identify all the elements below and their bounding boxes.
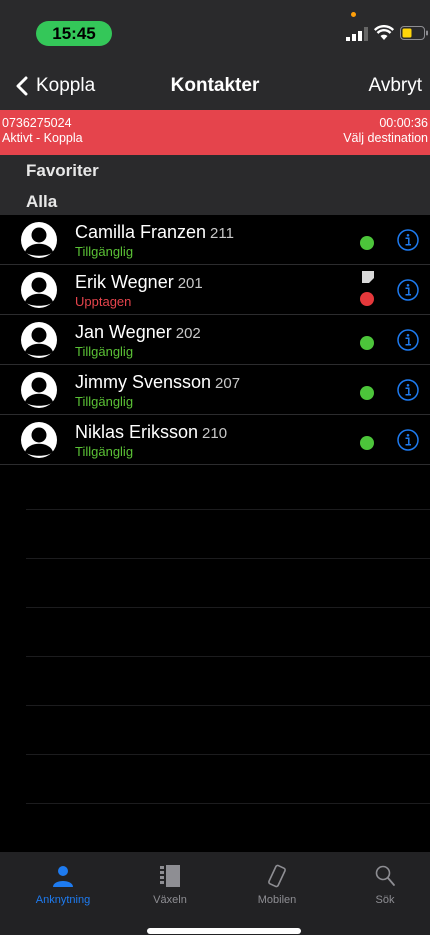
contact-name-line: Jan Wegner 202 bbox=[75, 322, 201, 343]
contact-name-line: Niklas Eriksson 210 bbox=[75, 422, 227, 443]
info-icon[interactable] bbox=[397, 429, 419, 451]
contact-row[interactable]: Niklas Eriksson 210 Tillgänglig bbox=[0, 415, 430, 465]
status-time: 15:45 bbox=[36, 21, 112, 46]
contact-status: Tillgänglig bbox=[75, 244, 134, 259]
contact-status: Tillgänglig bbox=[75, 444, 134, 459]
page-title: Kontakter bbox=[170, 75, 260, 96]
info-icon[interactable] bbox=[397, 229, 419, 251]
contact-name: Erik Wegner bbox=[75, 272, 174, 292]
avatar-icon bbox=[21, 272, 57, 308]
contact-extension: 211 bbox=[210, 225, 234, 242]
presence-indicator bbox=[360, 386, 374, 400]
contact-extension: 210 bbox=[202, 425, 228, 442]
contact-extension: 201 bbox=[177, 275, 203, 292]
contact-status: Tillgänglig bbox=[75, 394, 134, 409]
presence-indicator bbox=[360, 336, 374, 350]
contact-extension: 202 bbox=[175, 325, 201, 342]
search-icon bbox=[375, 865, 395, 886]
contact-name-line: Camilla Franzen 211 bbox=[75, 222, 234, 243]
tab-label: Anknytning bbox=[35, 894, 91, 906]
contact-row[interactable]: Jan Wegner 202 Tillgänglig bbox=[0, 315, 430, 365]
presence-indicator bbox=[360, 292, 374, 306]
avatar-icon bbox=[21, 322, 57, 358]
info-icon[interactable] bbox=[397, 329, 419, 351]
tab-sok[interactable]: Sök bbox=[335, 864, 430, 906]
contact-extension: 207 bbox=[215, 375, 241, 392]
avatar-icon bbox=[21, 422, 57, 458]
tab-label: Växeln bbox=[153, 894, 187, 906]
tab-bar: Anknytning Växeln Mobilen Sök bbox=[0, 852, 430, 935]
contact-name: Jimmy Svensson bbox=[75, 372, 212, 392]
contact-row[interactable]: Erik Wegner 201 Upptagen bbox=[0, 265, 430, 315]
on-call-icon bbox=[362, 271, 374, 283]
presence-indicator bbox=[360, 436, 374, 450]
cancel-button[interactable]: Avbryt bbox=[368, 75, 422, 97]
contact-name-line: Jimmy Svensson 207 bbox=[75, 372, 240, 393]
home-indicator[interactable] bbox=[147, 928, 301, 934]
select-destination-label: Välj destination bbox=[343, 131, 428, 145]
switchboard-icon bbox=[160, 865, 180, 887]
tab-label: Sök bbox=[375, 894, 395, 906]
tab-label: Mobilen bbox=[257, 894, 297, 906]
call-duration: 00:00:36 bbox=[379, 116, 428, 130]
contact-status: Tillgänglig bbox=[75, 344, 134, 359]
contact-name: Niklas Eriksson bbox=[75, 422, 199, 442]
avatar-icon bbox=[21, 222, 57, 258]
wifi-icon bbox=[374, 25, 394, 40]
section-header-all: Alla bbox=[0, 186, 430, 215]
mobile-icon bbox=[268, 864, 286, 888]
nav-bar: Koppla Kontakter Avbryt bbox=[0, 62, 430, 110]
presence-indicator bbox=[360, 236, 374, 250]
avatar-icon bbox=[21, 372, 57, 408]
status-bar: 15:45 bbox=[0, 0, 430, 62]
call-number: 0736275024 bbox=[2, 116, 72, 130]
contact-name: Camilla Franzen bbox=[75, 222, 207, 242]
signal-icon bbox=[346, 27, 368, 41]
section-title: Favoriter bbox=[26, 161, 99, 180]
active-call-banner[interactable]: 0736275024 Aktivt - Koppla 00:00:36 Välj… bbox=[0, 110, 430, 155]
battery-icon bbox=[400, 26, 428, 40]
contact-name-line: Erik Wegner 201 bbox=[75, 272, 203, 293]
section-header-favorites: Favoriter bbox=[0, 155, 430, 186]
tab-anknytning[interactable]: Anknytning bbox=[13, 864, 113, 906]
camera-in-use-indicator bbox=[351, 12, 356, 17]
contact-row[interactable]: Camilla Franzen 211 Tillgänglig bbox=[0, 215, 430, 265]
tab-vaxeln[interactable]: Växeln bbox=[120, 864, 220, 906]
tab-mobilen[interactable]: Mobilen bbox=[227, 864, 327, 906]
section-title: Alla bbox=[26, 192, 58, 211]
contact-row[interactable]: Jimmy Svensson 207 Tillgänglig bbox=[0, 365, 430, 415]
contact-status: Upptagen bbox=[75, 294, 132, 309]
call-state: Aktivt - Koppla bbox=[2, 131, 83, 145]
info-icon[interactable] bbox=[397, 279, 419, 301]
info-icon[interactable] bbox=[397, 379, 419, 401]
contact-name: Jan Wegner bbox=[75, 322, 172, 342]
contact-list: Camilla Franzen 211 Tillgänglig Erik Wegn… bbox=[0, 215, 430, 465]
person-icon bbox=[53, 866, 73, 887]
